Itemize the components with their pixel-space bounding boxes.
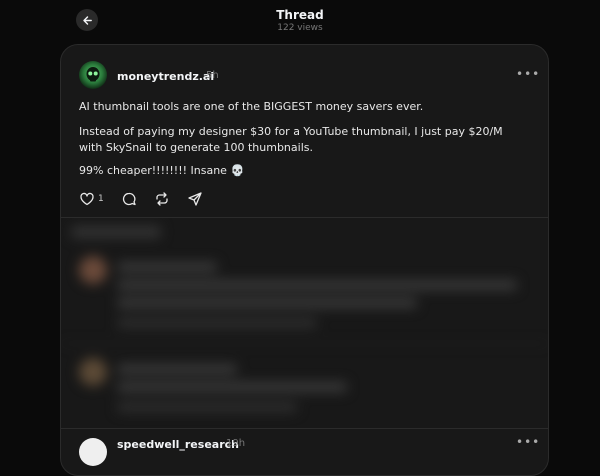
reply-timestamp: 19h: [226, 438, 246, 449]
top-bar: Thread 122 views: [0, 0, 600, 44]
comment-icon: [122, 192, 136, 206]
post-username[interactable]: moneytrendz.ai: [117, 70, 214, 83]
thread-card: moneytrendz.ai 5h ••• AI thumbnail tools…: [60, 44, 549, 476]
share-button[interactable]: [187, 191, 203, 207]
like-count: 1: [98, 194, 104, 204]
reply-username[interactable]: speedwell_research: [117, 438, 239, 451]
repost-icon: [156, 192, 168, 206]
avatar[interactable]: [79, 438, 107, 466]
more-options-icon[interactable]: •••: [516, 67, 540, 81]
avatar[interactable]: [79, 61, 107, 89]
skull-logo-icon: [86, 67, 100, 82]
post-paragraph: AI thumbnail tools are one of the BIGGES…: [79, 100, 424, 113]
page-title: Thread: [276, 8, 324, 22]
main-post: moneytrendz.ai 5h ••• AI thumbnail tools…: [61, 45, 548, 217]
reply-post: speedwell_research 19h •••: [61, 428, 548, 475]
blurred-replies: [61, 218, 548, 428]
heart-icon: [80, 192, 94, 206]
comment-button[interactable]: [121, 191, 137, 207]
repost-button[interactable]: [154, 191, 170, 207]
post-paragraph: Instead of paying my designer $30 for a …: [79, 125, 503, 154]
like-button[interactable]: 1: [79, 191, 104, 207]
post-paragraph: 99% cheaper!!!!!!!! Insane 💀: [79, 164, 245, 177]
post-actions: 1: [79, 191, 220, 207]
view-count: 122 views: [277, 23, 323, 33]
post-timestamp: 5h: [206, 70, 219, 81]
share-icon: [188, 192, 202, 206]
